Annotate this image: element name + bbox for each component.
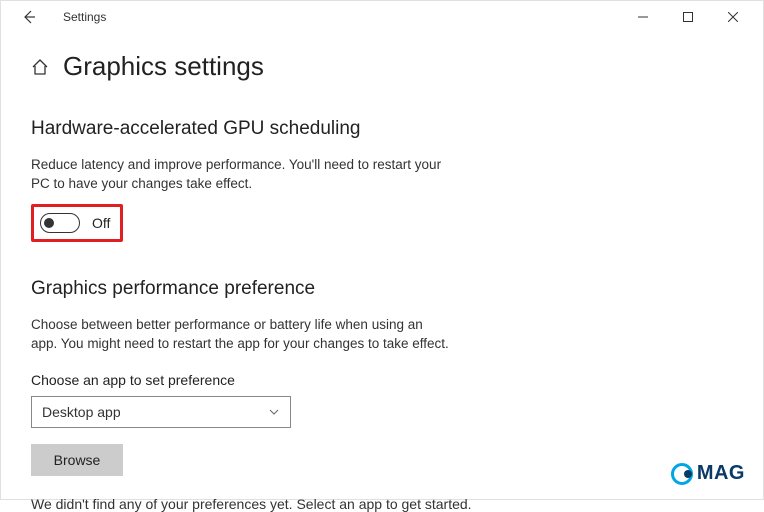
title-bar: Settings — [1, 1, 763, 33]
browse-button[interactable]: Browse — [31, 444, 123, 476]
gpu-scheduling-description: Reduce latency and improve performance. … — [31, 156, 451, 194]
watermark-logo: MAG — [671, 462, 745, 485]
watermark-text: MAG — [697, 462, 745, 485]
empty-preferences-message: We didn't find any of your preferences y… — [31, 496, 733, 512]
watermark-icon — [671, 463, 693, 485]
gpu-scheduling-toggle-label: Off — [92, 215, 110, 231]
gpu-scheduling-heading: Hardware-accelerated GPU scheduling — [31, 118, 733, 140]
back-button[interactable] — [15, 3, 43, 31]
home-icon[interactable] — [31, 58, 49, 76]
page-title: Graphics settings — [63, 51, 264, 82]
chevron-down-icon — [268, 406, 280, 418]
app-type-dropdown[interactable]: Desktop app — [31, 396, 291, 428]
perf-pref-heading: Graphics performance preference — [31, 278, 733, 300]
close-icon — [728, 12, 738, 22]
maximize-icon — [683, 12, 693, 22]
minimize-icon — [638, 12, 648, 22]
choose-app-label: Choose an app to set preference — [31, 372, 733, 388]
performance-preference-section: Graphics performance preference Choose b… — [31, 278, 733, 512]
dropdown-selected-text: Desktop app — [42, 404, 121, 420]
window-controls — [620, 3, 755, 31]
minimize-button[interactable] — [620, 3, 665, 31]
close-button[interactable] — [710, 3, 755, 31]
page-header: Graphics settings — [31, 51, 733, 82]
gpu-scheduling-toggle[interactable] — [40, 213, 80, 233]
perf-pref-description: Choose between better performance or bat… — [31, 316, 451, 354]
arrow-left-icon — [21, 9, 37, 25]
app-title: Settings — [63, 10, 106, 24]
main-content: Graphics settings Hardware-accelerated G… — [1, 33, 763, 512]
maximize-button[interactable] — [665, 3, 710, 31]
gpu-scheduling-toggle-row: Off — [31, 204, 123, 242]
